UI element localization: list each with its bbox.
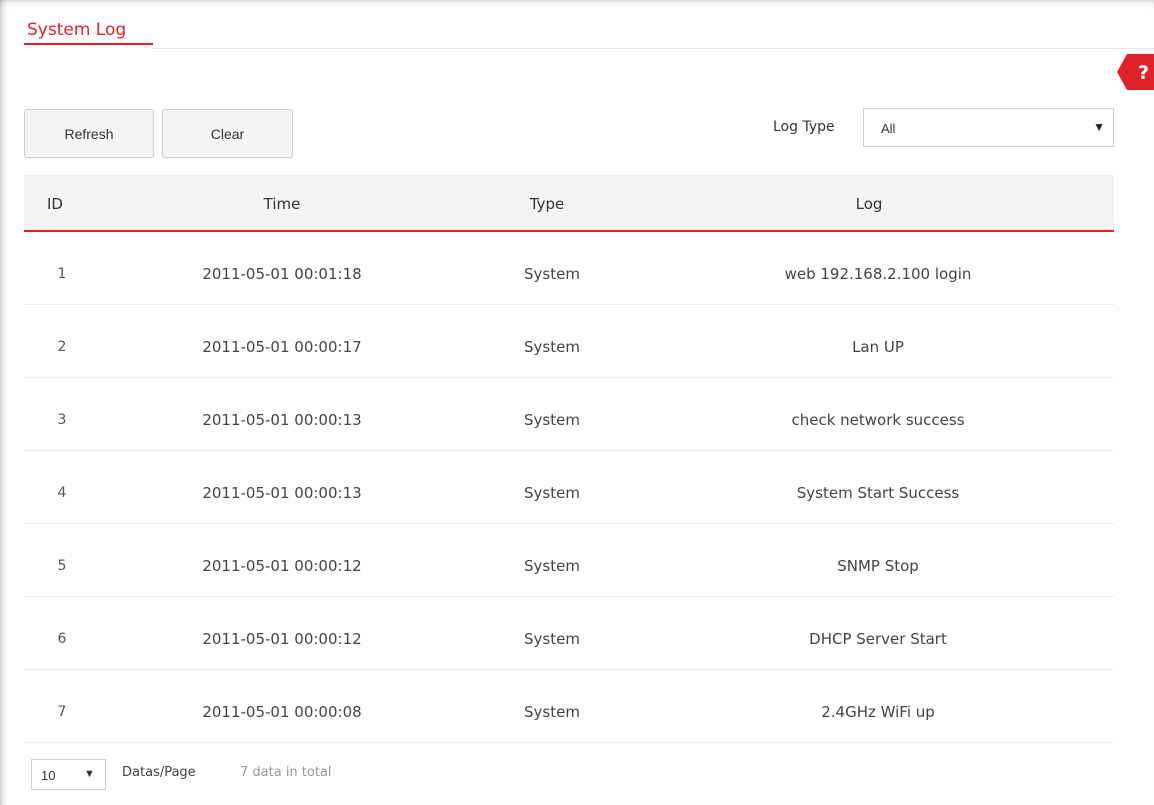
log-type-value: All: [881, 121, 896, 136]
cell-id: 4: [57, 485, 67, 501]
cell-log: web 192.168.2.100 login: [784, 265, 972, 283]
cell-time: 2011-05-01 00:00:13: [202, 484, 362, 502]
table-row: 2 2011-05-01 00:00:17 System Lan UP: [24, 305, 1114, 378]
cell-log: 2.4GHz WiFi up: [821, 703, 935, 721]
cell-id: 3: [57, 412, 67, 428]
help-icon: ?: [1117, 54, 1154, 90]
table-row: 1 2011-05-01 00:01:18 System web 192.168.2.…: [24, 232, 1114, 305]
per-page-select[interactable]: 10 ▼: [31, 759, 106, 790]
cell-id: 7: [57, 704, 67, 720]
refresh-button[interactable]: Refresh: [24, 109, 154, 158]
column-header-log: Log: [855, 195, 883, 213]
help-icon-glyph: ?: [1138, 62, 1149, 84]
log-type-label: Log Type: [773, 119, 835, 135]
table-row: 6 2011-05-01 00:00:12 System DHCP Server St…: [24, 597, 1114, 670]
cell-type: System: [524, 484, 580, 502]
page-title: System Log: [27, 20, 127, 40]
cell-log: Lan UP: [852, 338, 904, 356]
cell-time: 2011-05-01 00:00:13: [202, 411, 362, 429]
column-header-type: Type: [529, 195, 565, 213]
cell-time: 2011-05-01 00:00:12: [202, 557, 362, 575]
chevron-down-icon: ▼: [1093, 120, 1105, 134]
cell-log: check network success: [791, 411, 965, 429]
cell-id: 6: [57, 631, 67, 647]
cell-type: System: [524, 265, 580, 283]
help-button[interactable]: ?: [1117, 54, 1154, 90]
table-row: 5 2011-05-01 00:00:12 System SNMP Stop: [24, 524, 1114, 597]
cell-time: 2011-05-01 00:00:12: [202, 630, 362, 648]
clear-button[interactable]: Clear: [162, 109, 293, 158]
total-count: 7 data in total: [240, 765, 332, 780]
title-underline: [24, 43, 153, 45]
per-page-label: Datas/Page: [122, 765, 196, 780]
table-row: 4 2011-05-01 00:00:13 System System Start S…: [24, 451, 1114, 524]
title-divider: [153, 48, 1154, 49]
cell-log: DHCP Server Start: [809, 630, 947, 648]
cell-log: SNMP Stop: [837, 557, 919, 575]
column-header-time: Time: [263, 195, 301, 213]
cell-type: System: [524, 338, 580, 356]
chevron-down-icon: ▼: [84, 768, 95, 780]
system-log-panel: System Log ? Refresh Clear Log Type All …: [0, 0, 1154, 805]
log-type-select[interactable]: All ▼: [863, 108, 1114, 147]
table-row: 3 2011-05-01 00:00:13 System check network …: [24, 378, 1114, 451]
cell-id: 5: [57, 558, 67, 574]
cell-type: System: [524, 557, 580, 575]
table-header: ID Time Type Log: [24, 175, 1114, 232]
cell-time: 2011-05-01 00:01:18: [202, 265, 362, 283]
cell-type: System: [524, 703, 580, 721]
cell-time: 2011-05-01 00:00:17: [202, 338, 362, 356]
table-row: 7 2011-05-01 00:00:08 System 2.4GHz WiFi up: [24, 670, 1114, 743]
cell-type: System: [524, 411, 580, 429]
cell-log: System Start Success: [796, 484, 960, 502]
cell-id: 2: [57, 339, 67, 355]
cell-id: 1: [57, 266, 67, 282]
per-page-value: 10: [41, 768, 56, 783]
cell-type: System: [524, 630, 580, 648]
column-header-id: ID: [47, 195, 63, 213]
cell-time: 2011-05-01 00:00:08: [202, 703, 362, 721]
